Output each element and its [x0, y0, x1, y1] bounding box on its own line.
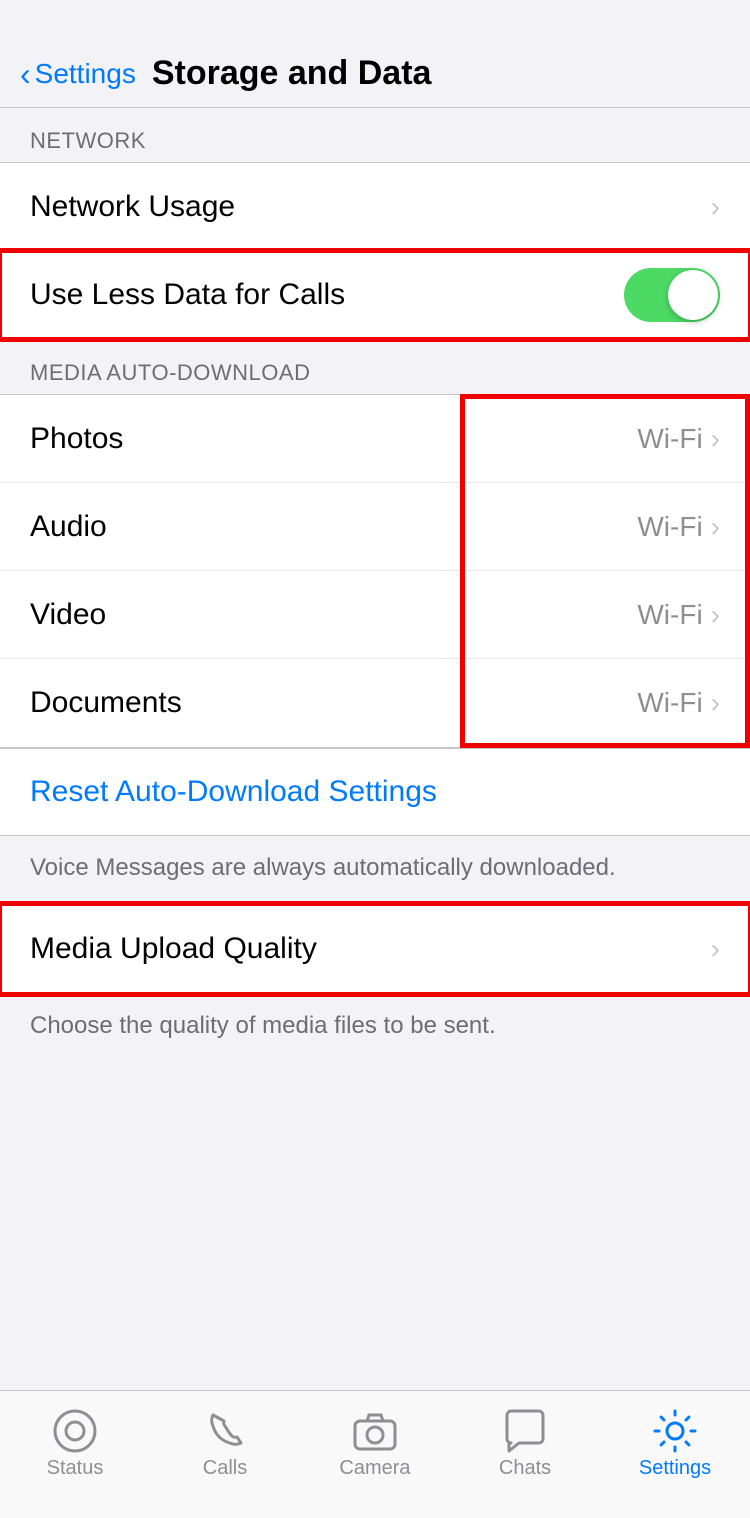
tab-chats[interactable]: Chats [455, 1405, 595, 1480]
tab-camera-label: Camera [339, 1457, 410, 1480]
network-section-header: NETWORK [0, 108, 750, 162]
tab-calls-label: Calls [203, 1457, 247, 1480]
status-icon [49, 1405, 101, 1457]
photos-label: Photos [30, 422, 123, 456]
documents-label: Documents [30, 686, 182, 720]
photos-chevron-icon: › [711, 423, 720, 455]
tab-calls[interactable]: Calls [155, 1405, 295, 1480]
audio-value: Wi-Fi › [637, 511, 720, 543]
documents-chevron-icon: › [711, 687, 720, 719]
media-auto-download-list: Photos Wi-Fi › Audio Wi-Fi › Video Wi-Fi… [0, 394, 750, 748]
audio-value-text: Wi-Fi [637, 511, 702, 543]
media-upload-quality-row[interactable]: Media Upload Quality › [0, 905, 750, 993]
media-auto-download-section-header: MEDIA AUTO-DOWNLOAD [0, 340, 750, 394]
video-value: Wi-Fi › [637, 599, 720, 631]
chats-icon [499, 1405, 551, 1457]
network-usage-label: Network Usage [30, 190, 235, 224]
documents-value: Wi-Fi › [637, 687, 720, 719]
media-upload-quality-value: › [703, 933, 720, 965]
voice-message-info: Voice Messages are always automatically … [0, 836, 750, 904]
photos-row[interactable]: Photos Wi-Fi › [0, 395, 750, 483]
use-less-data-row[interactable]: Use Less Data for Calls [0, 251, 750, 339]
video-chevron-icon: › [711, 599, 720, 631]
media-upload-quality-section: Media Upload Quality › [0, 904, 750, 994]
back-chevron-icon: ‹ [20, 58, 31, 90]
media-auto-download-container: Photos Wi-Fi › Audio Wi-Fi › Video Wi-Fi… [0, 394, 750, 748]
media-upload-quality-chevron-icon: › [711, 933, 720, 965]
network-usage-value: › [703, 191, 720, 223]
documents-value-text: Wi-Fi [637, 687, 702, 719]
photos-value-text: Wi-Fi [637, 423, 702, 455]
network-usage-chevron-icon: › [711, 191, 720, 223]
network-usage-row[interactable]: Network Usage › [0, 163, 750, 251]
video-label: Video [30, 598, 106, 632]
tab-status[interactable]: Status [5, 1405, 145, 1480]
video-row[interactable]: Video Wi-Fi › [0, 571, 750, 659]
audio-chevron-icon: › [711, 511, 720, 543]
camera-icon [349, 1405, 401, 1457]
audio-row[interactable]: Audio Wi-Fi › [0, 483, 750, 571]
media-upload-quality-label: Media Upload Quality [30, 932, 317, 966]
settings-icon [649, 1405, 701, 1457]
tab-chats-label: Chats [499, 1457, 551, 1480]
video-value-text: Wi-Fi [637, 599, 702, 631]
tab-camera[interactable]: Camera [305, 1405, 445, 1480]
calls-icon [199, 1405, 251, 1457]
page-title: Storage and Data [152, 54, 432, 93]
tab-bar: Status Calls Camera Chats [0, 1390, 750, 1518]
reset-auto-download-link[interactable]: Reset Auto-Download Settings [30, 775, 437, 809]
tab-status-label: Status [47, 1457, 104, 1480]
documents-row[interactable]: Documents Wi-Fi › [0, 659, 750, 747]
reset-auto-download-row[interactable]: Reset Auto-Download Settings [0, 748, 750, 836]
audio-label: Audio [30, 510, 107, 544]
use-less-data-toggle[interactable] [624, 268, 720, 322]
toggle-knob [668, 270, 718, 320]
network-settings-list: Network Usage › Use Less Data for Calls [0, 162, 750, 340]
back-label: Settings [35, 58, 136, 90]
back-button[interactable]: ‹ Settings [20, 58, 136, 90]
tab-settings[interactable]: Settings [605, 1405, 745, 1480]
media-upload-info: Choose the quality of media files to be … [0, 994, 750, 1062]
nav-header: ‹ Settings Storage and Data [0, 0, 750, 108]
photos-value: Wi-Fi › [637, 423, 720, 455]
use-less-data-toggle-wrap [624, 268, 720, 322]
tab-settings-label: Settings [639, 1457, 711, 1480]
use-less-data-label: Use Less Data for Calls [30, 278, 345, 312]
